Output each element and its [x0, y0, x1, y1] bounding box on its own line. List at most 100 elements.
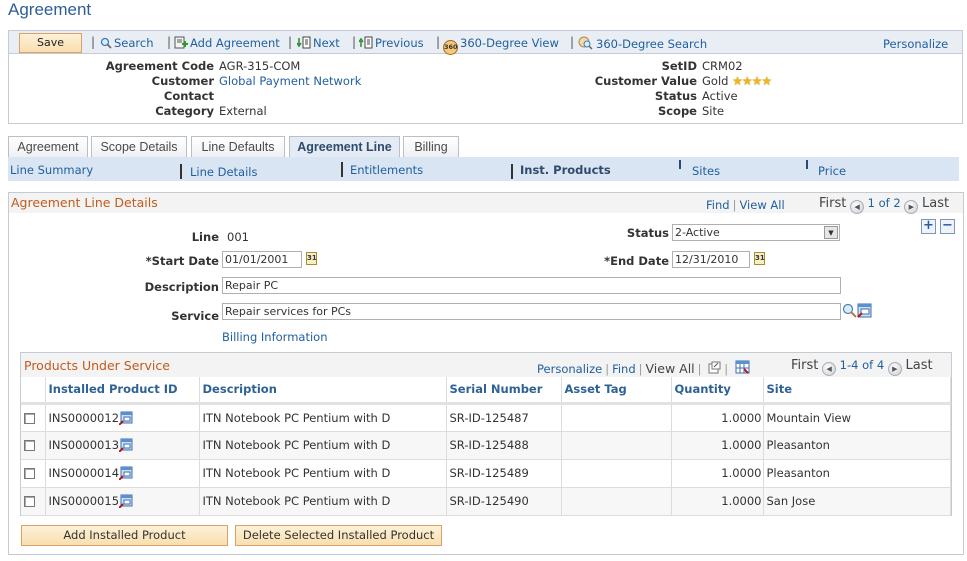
quantity-cell: 1.0000: [671, 459, 764, 488]
find-link[interactable]: Find: [706, 198, 730, 212]
subnav-line-details[interactable]: Line Details: [190, 165, 258, 179]
description-input[interactable]: [222, 277, 841, 294]
add-row-button[interactable]: +: [921, 219, 936, 234]
asset-tag-cell: [561, 431, 672, 460]
related-content-icon[interactable]: [857, 303, 872, 318]
subnav-inst-products[interactable]: Inst. Products: [520, 163, 611, 177]
customer-value-field: Customer Value Gold ★★★★: [594, 74, 772, 88]
asset-tag-cell: [561, 403, 672, 432]
row-select-cell: [21, 459, 46, 488]
table-row: INS0000012 ITN Notebook PC Pentium with D…: [21, 403, 951, 432]
calendar-icon[interactable]: 31: [306, 252, 317, 265]
row-checkbox[interactable]: [24, 468, 35, 479]
view-all-link[interactable]: View All: [739, 198, 784, 212]
subnav-entitlements[interactable]: Entitlements: [350, 163, 423, 177]
products-grid: Products Under Service Personalize | Find |…: [20, 352, 952, 516]
end-date-label: *End Date: [604, 254, 669, 268]
find-link[interactable]: Find: [612, 362, 636, 376]
tab-agreement[interactable]: Agreement: [8, 136, 88, 158]
description-cell: ITN Notebook PC Pentium with D: [199, 431, 447, 460]
serial-number-cell: SR-ID-125490: [446, 487, 562, 516]
row-checkbox[interactable]: [24, 440, 35, 451]
delete-selected-installed-product-button[interactable]: Delete Selected Installed Product: [235, 525, 442, 546]
view360-link[interactable]: 360 360-Degree View: [443, 36, 559, 55]
site-cell: Pleasanton: [763, 459, 951, 488]
column-header-description[interactable]: Description: [199, 377, 447, 405]
status-select[interactable]: 2-Active ▼: [672, 224, 840, 241]
row-checkbox[interactable]: [24, 412, 35, 424]
search360-link[interactable]: 360-Degree Search: [578, 36, 707, 51]
page-title: Agreement: [8, 0, 92, 19]
personalize-link[interactable]: Personalize: [537, 362, 602, 376]
column-header-select: [21, 377, 46, 405]
360-search-icon: [578, 36, 593, 50]
calendar-icon[interactable]: 31: [754, 252, 765, 265]
installed-product-id-cell: INS0000014: [45, 459, 200, 488]
prev-page-icon[interactable]: ◀: [850, 200, 865, 214]
tab-line-defaults[interactable]: Line Defaults: [191, 136, 285, 158]
view-all-link[interactable]: View All: [646, 361, 695, 376]
subnav-line-summary[interactable]: Line Summary: [10, 163, 93, 177]
line-label: Line: [191, 230, 219, 244]
serial-number-cell: SR-ID-125489: [446, 459, 562, 488]
related-content-icon[interactable]: [119, 494, 133, 508]
download-spreadsheet-icon[interactable]: [735, 360, 750, 374]
prev-page-icon[interactable]: ◀: [822, 362, 837, 376]
360-view-icon: 360: [443, 40, 458, 55]
description-cell: ITN Notebook PC Pentium with D: [199, 403, 447, 432]
subnav-divider: [679, 160, 681, 169]
tab-scope-details[interactable]: Scope Details: [91, 136, 187, 158]
save-button[interactable]: Save: [19, 33, 82, 53]
column-header-quantity[interactable]: Quantity: [671, 377, 764, 405]
table-row: INS0000015 ITN Notebook PC Pentium with D…: [21, 487, 951, 516]
column-header-serial-number[interactable]: Serial Number: [446, 377, 562, 405]
subnav-sites[interactable]: Sites: [692, 164, 720, 178]
next-link[interactable]: Next: [297, 36, 340, 50]
start-date-input[interactable]: [222, 251, 302, 268]
column-header-asset-tag[interactable]: Asset Tag: [561, 377, 672, 405]
grid-title: Products Under Service: [24, 358, 170, 373]
row-select-cell: [21, 403, 46, 432]
section-nav: Find | View All: [706, 198, 785, 212]
service-input[interactable]: [222, 303, 841, 320]
search-link[interactable]: Search: [100, 36, 154, 50]
column-header-installed-product-id[interactable]: Installed Product ID: [45, 377, 200, 405]
subnav-price[interactable]: Price: [818, 164, 846, 178]
add-agreement-link[interactable]: Add Agreement: [174, 36, 280, 50]
tab-agreement-line[interactable]: Agreement Line: [289, 136, 400, 159]
new-window-icon[interactable]: [708, 361, 721, 374]
star-rating-icon: ★★★★: [732, 74, 772, 88]
related-content-icon[interactable]: [119, 438, 133, 452]
row-checkbox[interactable]: [24, 496, 35, 507]
previous-link[interactable]: Previous: [359, 36, 424, 50]
installed-product-id-cell: INS0000013: [45, 431, 200, 460]
next-page-icon[interactable]: ▶: [887, 362, 902, 376]
toolbar-separator: |: [352, 35, 357, 49]
billing-information-link[interactable]: Billing Information: [222, 330, 327, 344]
products-table: Installed Product ID Description Serial …: [21, 377, 951, 516]
related-content-icon[interactable]: [119, 411, 133, 425]
related-content-icon[interactable]: [119, 466, 133, 480]
last-link[interactable]: Last: [922, 196, 949, 211]
lookup-icon[interactable]: [842, 303, 857, 318]
last-link[interactable]: Last: [905, 358, 932, 373]
next-page-icon[interactable]: ▶: [904, 200, 919, 214]
table-row: INS0000013 ITN Notebook PC Pentium with D…: [21, 431, 951, 460]
search-icon: [100, 37, 112, 49]
section-title: Agreement Line Details: [11, 195, 158, 210]
installed-product-id-cell: INS0000015: [45, 487, 200, 516]
delete-row-button[interactable]: −: [940, 219, 955, 234]
end-date-input[interactable]: [672, 251, 750, 268]
toolbar-separator: |: [288, 35, 293, 49]
column-header-site[interactable]: Site: [763, 377, 951, 405]
chevron-down-icon[interactable]: ▼: [824, 226, 838, 239]
subnav-divider: [806, 160, 808, 169]
grid-pager: First ◀ 1-4 of 4 ▶ Last: [791, 358, 933, 376]
page-info: 1-4 of 4: [839, 358, 885, 372]
add-installed-product-button[interactable]: Add Installed Product: [21, 525, 228, 546]
first-label: First: [791, 358, 819, 373]
tab-billing[interactable]: Billing: [403, 136, 459, 158]
table-header-row: Installed Product ID Description Serial …: [21, 377, 951, 405]
personalize-link[interactable]: Personalize: [883, 37, 948, 51]
description-cell: ITN Notebook PC Pentium with D: [199, 459, 447, 488]
